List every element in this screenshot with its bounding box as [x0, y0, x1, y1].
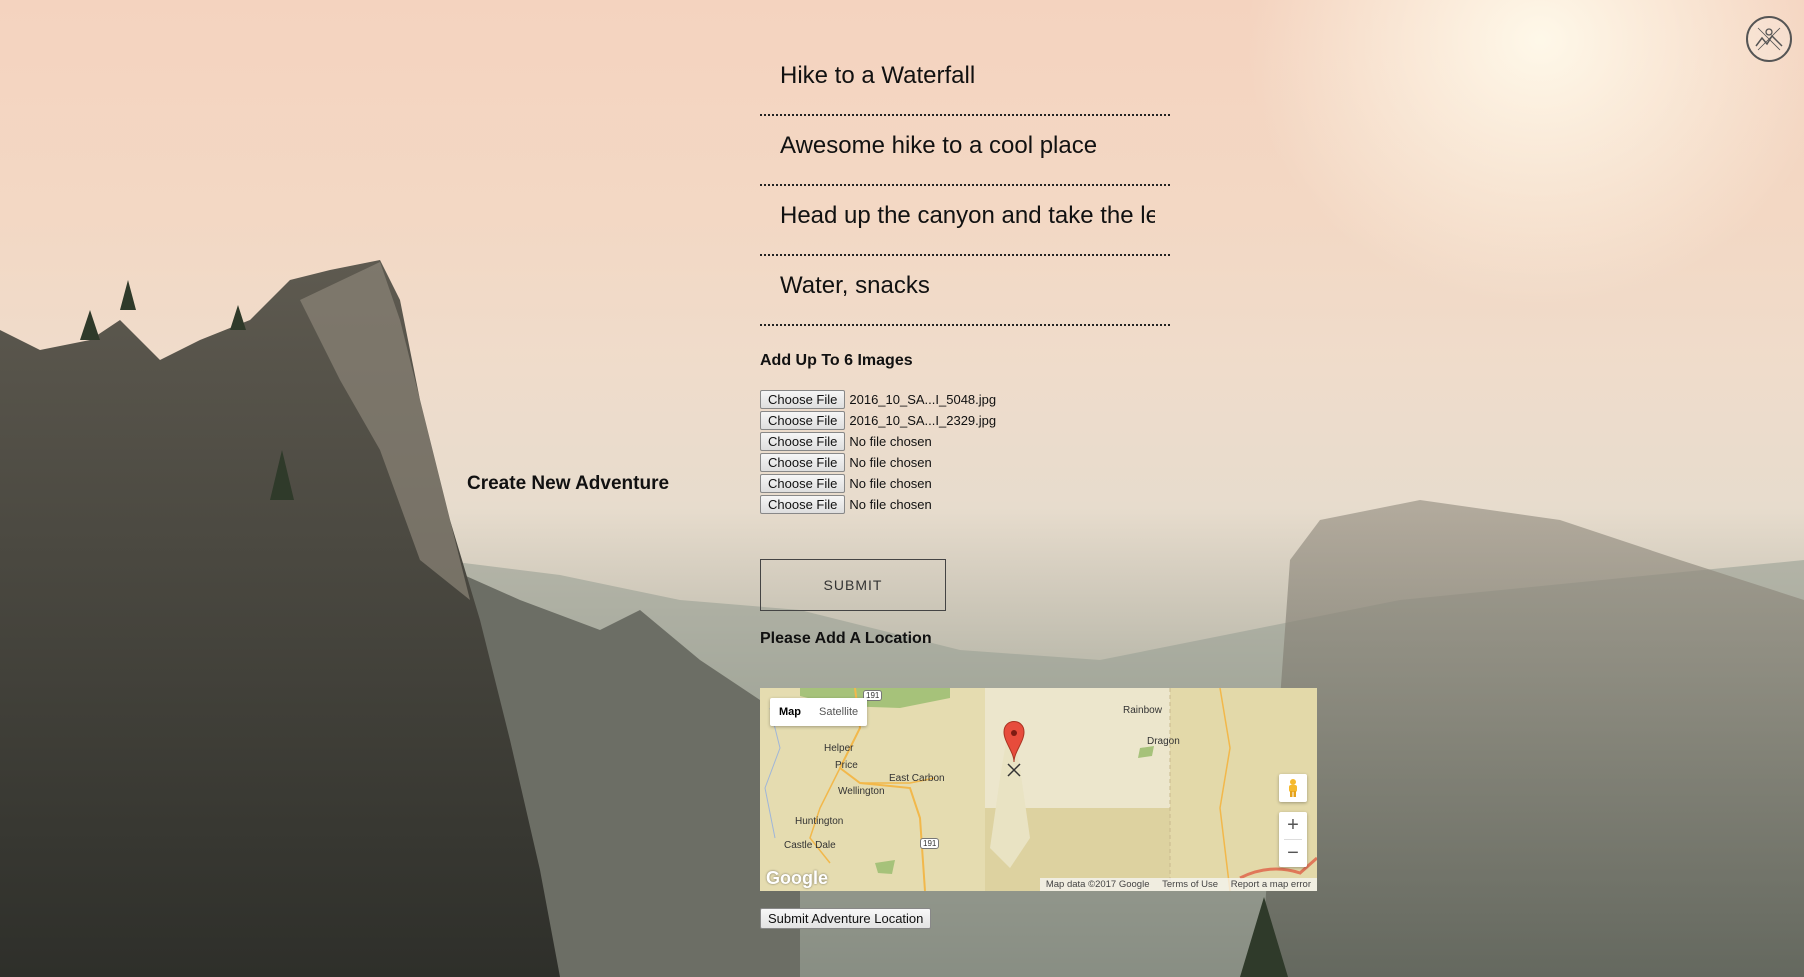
- choose-file-button[interactable]: Choose File: [760, 432, 846, 451]
- file-status: No file chosen: [849, 455, 932, 470]
- map-place-helper: Helper: [824, 743, 854, 754]
- file-status: 2016_10_SA...I_2329.jpg: [849, 413, 997, 428]
- map-place-price: Price: [835, 760, 858, 771]
- directions-field[interactable]: [760, 188, 1170, 256]
- map-type-control: Map Satellite: [770, 698, 868, 726]
- map-type-satellite-button[interactable]: Satellite: [810, 698, 867, 726]
- terms-of-use-link[interactable]: Terms of Use: [1162, 879, 1218, 890]
- map-attribution: Map data ©2017 Google Terms of Use Repor…: [1039, 878, 1317, 891]
- file-input-5: Choose File No file chosen: [760, 473, 1320, 494]
- file-status: No file chosen: [849, 434, 932, 449]
- submit-location-button[interactable]: Submit Adventure Location: [760, 908, 932, 929]
- location-label: Please Add A Location: [760, 630, 932, 647]
- zoom-in-button[interactable]: +: [1279, 812, 1307, 839]
- file-input-4: Choose File No file chosen: [760, 452, 1320, 473]
- file-input-3: Choose File No file chosen: [760, 431, 1320, 452]
- map-place-east-carbon: East Carbon: [889, 773, 945, 784]
- map-data-text: Map data ©2017 Google: [1045, 879, 1150, 890]
- street-view-icon[interactable]: [1279, 774, 1307, 802]
- choose-file-button[interactable]: Choose File: [760, 411, 846, 430]
- map-place-wellington: Wellington: [838, 786, 885, 797]
- site-logo-icon[interactable]: [1746, 16, 1792, 62]
- zoom-control: + −: [1279, 812, 1307, 867]
- title-field[interactable]: [760, 48, 1170, 116]
- adventure-form: Add Up To 6 Images Choose File 2016_10_S…: [760, 48, 1320, 929]
- map-place-dragon: Dragon: [1147, 736, 1180, 747]
- highway-shield: 191: [920, 838, 940, 849]
- directions-input[interactable]: [780, 202, 1155, 230]
- file-input-2: Choose File 2016_10_SA...I_2329.jpg: [760, 410, 1320, 431]
- file-status: No file chosen: [849, 497, 932, 512]
- gear-field[interactable]: [760, 258, 1170, 326]
- file-status: No file chosen: [849, 476, 932, 491]
- file-input-1: Choose File 2016_10_SA...I_5048.jpg: [760, 389, 1320, 410]
- report-map-error-link[interactable]: Report a map error: [1231, 879, 1311, 890]
- location-map[interactable]: Helper Price Wellington East Carbon Hunt…: [760, 688, 1317, 891]
- choose-file-button[interactable]: Choose File: [760, 474, 846, 493]
- file-input-list: Choose File 2016_10_SA...I_5048.jpg Choo…: [760, 389, 1320, 515]
- map-type-map-button[interactable]: Map: [770, 698, 810, 726]
- zoom-out-button[interactable]: −: [1279, 840, 1307, 867]
- map-place-huntington: Huntington: [795, 816, 844, 827]
- page-title: Create New Adventure: [467, 473, 670, 494]
- gear-input[interactable]: [780, 272, 1155, 300]
- summary-field[interactable]: [760, 118, 1170, 186]
- map-place-castle-dale: Castle Dale: [784, 840, 836, 851]
- map-place-rainbow: Rainbow: [1123, 705, 1162, 716]
- choose-file-button[interactable]: Choose File: [760, 453, 846, 472]
- google-logo[interactable]: Google: [766, 868, 828, 889]
- file-input-6: Choose File No file chosen: [760, 494, 1320, 515]
- title-input[interactable]: [780, 62, 1155, 90]
- choose-file-button[interactable]: Choose File: [760, 390, 846, 409]
- submit-button[interactable]: SUBMIT: [760, 559, 946, 611]
- summary-input[interactable]: [780, 132, 1155, 160]
- file-status: 2016_10_SA...I_5048.jpg: [849, 392, 997, 407]
- images-label: Add Up To 6 Images: [760, 352, 913, 369]
- choose-file-button[interactable]: Choose File: [760, 495, 846, 514]
